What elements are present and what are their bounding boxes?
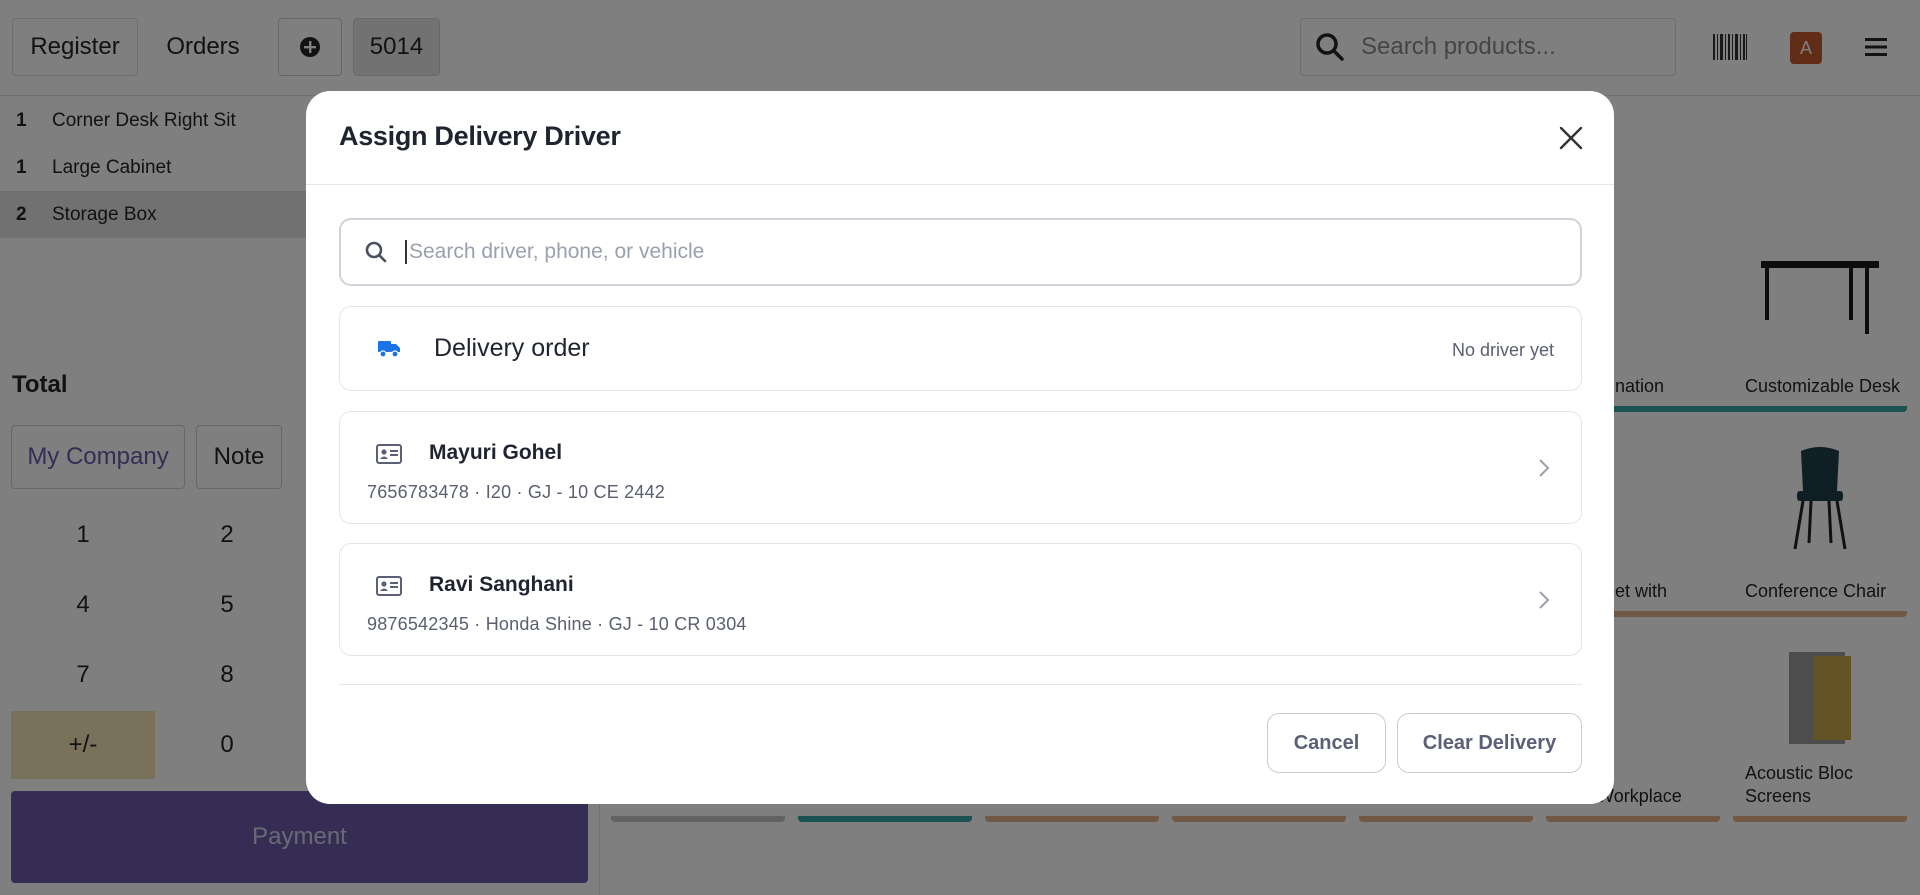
assign-driver-dialog: Assign Delivery Driver Delivery order No…: [306, 91, 1614, 804]
search-icon: [365, 241, 387, 263]
chevron-right-icon: [1539, 591, 1550, 609]
dialog-title: Assign Delivery Driver: [339, 121, 621, 151]
id-card-icon: [376, 576, 402, 596]
driver-name: Mayuri Gohel: [429, 441, 563, 464]
footer-divider: [339, 684, 1582, 685]
driver-search-field[interactable]: [339, 218, 1582, 286]
chevron-right-icon: [1539, 459, 1550, 477]
delivery-order-label: Delivery order: [434, 334, 590, 362]
driver-option[interactable]: Ravi Sanghani 9876542345 · Honda Shine ·…: [339, 543, 1582, 656]
driver-search-input[interactable]: [409, 240, 1559, 264]
truck-icon: [378, 341, 400, 358]
dialog-header: Assign Delivery Driver: [306, 91, 1614, 185]
driver-name: Ravi Sanghani: [429, 573, 574, 596]
close-icon[interactable]: [1556, 123, 1586, 153]
delivery-order-card: Delivery order No driver yet: [339, 306, 1582, 391]
driver-details: 9876542345 · Honda Shine · GJ - 10 CR 03…: [367, 614, 747, 634]
clear-delivery-button[interactable]: Clear Delivery: [1397, 713, 1582, 773]
text-caret: [405, 240, 407, 264]
driver-details: 7656783478 · I20 · GJ - 10 CE 2442: [367, 482, 665, 502]
driver-option[interactable]: Mayuri Gohel 7656783478 · I20 · GJ - 10 …: [339, 411, 1582, 524]
driver-status: No driver yet: [1451, 340, 1554, 360]
cancel-button[interactable]: Cancel: [1267, 713, 1386, 773]
id-card-icon: [376, 444, 402, 464]
